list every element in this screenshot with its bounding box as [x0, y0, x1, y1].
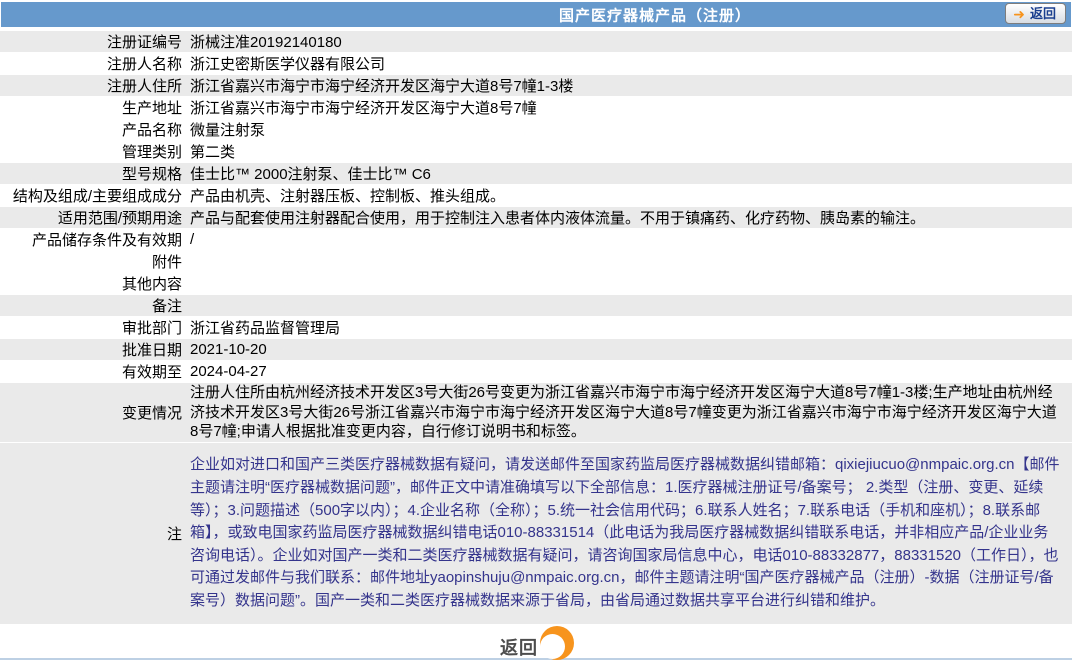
field-label: 产品储存条件及有效期 — [31, 232, 182, 249]
field-value — [182, 273, 1072, 294]
title-bar: 国产医疗器械产品（注册） ➜ 返回 — [1, 2, 1071, 27]
field-value: 第二类 — [190, 144, 236, 161]
field-label: 变更情况 — [121, 405, 182, 422]
back-circle-inner — [540, 634, 565, 659]
field-label: 型号规格 — [121, 166, 182, 183]
field-value — [182, 251, 1072, 272]
field-value: 微量注射泵 — [190, 122, 266, 139]
field-label: 产品名称 — [121, 122, 182, 139]
back-button-label: 返回 — [1029, 6, 1056, 21]
field-label: 注册人住所 — [106, 78, 182, 95]
field-value: 佳士比™ 2000注射泵、佳士比™ C6 — [190, 166, 431, 183]
field-value: 浙江省药品监督管理局 — [190, 320, 341, 337]
table-row-registration-number: 注册证编号 浙械注准20192140180 — [0, 31, 1072, 53]
footer: 返回 — [0, 625, 1072, 667]
back-button-label: 返回 — [500, 638, 538, 658]
field-value: 浙江省嘉兴市海宁市海宁经济开发区海宁大道8号7幢1-3楼 — [190, 78, 574, 95]
field-value: / — [190, 231, 195, 248]
field-label: 注册证编号 — [106, 34, 182, 51]
field-value: 浙械注准20192140180 — [190, 34, 342, 51]
field-value — [182, 295, 1072, 316]
table-row-intended-use: 适用范围/预期用途 产品与配套使用注射器配合使用，用于控制注入患者体内液体流量。… — [0, 207, 1072, 229]
back-arrow-icon: ➜ — [1013, 5, 1025, 22]
field-label: 有效期至 — [121, 364, 182, 381]
field-value: 产品由机壳、注射器压板、控制板、推头组成。 — [190, 188, 506, 205]
field-label: 管理类别 — [121, 144, 182, 161]
table-row-change-history: 变更情况 注册人住所由杭州经济技术开发区3号大街26号变更为浙江省嘉兴市海宁市海… — [0, 383, 1072, 443]
field-label: 批准日期 — [121, 342, 182, 359]
table-row-storage-validity: 产品储存条件及有效期 / — [0, 229, 1072, 251]
table-row-approval-department: 审批部门 浙江省药品监督管理局 — [0, 317, 1072, 339]
table-row-registrant-address: 注册人住所 浙江省嘉兴市海宁市海宁经济开发区海宁大道8号7幢1-3楼 — [0, 75, 1072, 97]
table-row-composition: 结构及组成/主要组成成分 产品由机壳、注射器压板、控制板、推头组成。 — [0, 185, 1072, 207]
field-value: 浙江省嘉兴市海宁市海宁经济开发区海宁大道8号7幢 — [190, 100, 537, 117]
field-label: 其他内容 — [121, 276, 182, 293]
field-value: 企业如对进口和国产三类医疗器械数据有疑问，请发送邮件至国家药监局医疗器械数据纠错… — [190, 456, 1060, 609]
field-label: 适用范围/预期用途 — [57, 210, 182, 227]
field-label: 附件 — [151, 254, 182, 271]
field-label: 结构及组成/主要组成成分 — [12, 188, 182, 205]
field-value: 2021-10-20 — [190, 341, 267, 358]
field-label: 注 — [166, 526, 182, 543]
table-row-attachment: 附件 — [0, 251, 1072, 273]
table-row-valid-until: 有效期至 2024-04-27 — [0, 361, 1072, 383]
table-row-registrant-name: 注册人名称 浙江史密斯医学仪器有限公司 — [0, 53, 1072, 75]
field-value: 浙江史密斯医学仪器有限公司 — [190, 56, 386, 73]
table-row-remarks: 备注 — [0, 295, 1072, 317]
field-value: 产品与配套使用注射器配合使用，用于控制注入患者体内液体流量。不用于镇痛药、化疗药… — [190, 210, 926, 227]
page: 国产医疗器械产品（注册） ➜ 返回 注册证编号 浙械注准20192140180 … — [0, 0, 1072, 667]
field-label: 注册人名称 — [106, 56, 182, 73]
registration-detail-table: 注册证编号 浙械注准20192140180 注册人名称 浙江史密斯医学仪器有限公… — [0, 31, 1072, 625]
field-label: 审批部门 — [121, 320, 182, 337]
field-label: 备注 — [151, 298, 182, 315]
field-value: 2024-04-27 — [190, 363, 267, 380]
table-row-management-category: 管理类别 第二类 — [0, 141, 1072, 163]
back-button-top[interactable]: ➜ 返回 — [1005, 3, 1066, 24]
field-label: 生产地址 — [121, 100, 182, 117]
field-value: 注册人住所由杭州经济技术开发区3号大街26号变更为浙江省嘉兴市海宁市海宁经济开发… — [190, 384, 1057, 441]
table-row-note: 注 企业如对进口和国产三类医疗器械数据有疑问，请发送邮件至国家药监局医疗器械数据… — [0, 443, 1072, 625]
page-title: 国产医疗器械产品（注册） — [558, 7, 752, 24]
back-button-bottom[interactable]: 返回 — [492, 626, 580, 662]
table-row-other-content: 其他内容 — [0, 273, 1072, 295]
table-row-approval-date: 批准日期 2021-10-20 — [0, 339, 1072, 361]
table-row-model-spec: 型号规格 佳士比™ 2000注射泵、佳士比™ C6 — [0, 163, 1072, 185]
table-row-production-address: 生产地址 浙江省嘉兴市海宁市海宁经济开发区海宁大道8号7幢 — [0, 97, 1072, 119]
table-row-product-name: 产品名称 微量注射泵 — [0, 119, 1072, 141]
